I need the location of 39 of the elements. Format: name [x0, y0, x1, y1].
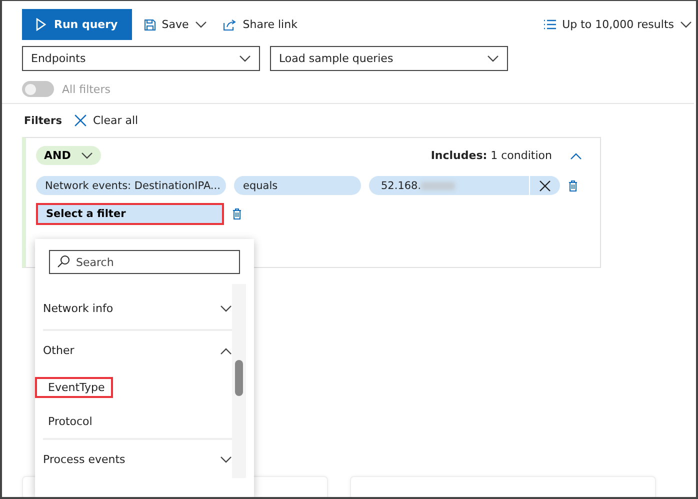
dropdown-select[interactable]: Endpoints [22, 46, 260, 71]
run-query-button[interactable]: Run query [22, 9, 132, 40]
caret-icon [680, 20, 692, 28]
close-icon [74, 114, 87, 127]
play-icon [36, 18, 46, 31]
share-icon [222, 18, 237, 30]
save-icon [144, 18, 156, 30]
share-link-button[interactable]: Share link [218, 18, 302, 31]
clear-value-button[interactable] [530, 176, 560, 195]
field-pill[interactable]: Network events: DestinationIPA... [36, 176, 226, 195]
chevron-down-icon [220, 304, 232, 312]
caret-icon [194, 20, 207, 28]
close-icon [539, 180, 551, 192]
menu-item[interactable]: Protocol [35, 410, 100, 432]
results-limit-button[interactable]: Up to 10,000 results [539, 18, 696, 31]
toggle-label: All filters [62, 82, 110, 96]
menu-group[interactable]: Network info [43, 288, 232, 329]
operator-pill[interactable]: equals [234, 176, 361, 195]
scrollbar[interactable] [232, 284, 246, 478]
includes-text: Includes: 1 condition [430, 149, 552, 162]
operator-dropdown[interactable]: AND [36, 146, 101, 165]
chevron-up-icon [570, 152, 582, 160]
value-field[interactable]: 52.168. [369, 176, 529, 195]
save-button[interactable]: Save [140, 18, 211, 31]
dropdown-select[interactable]: Load sample queries [270, 46, 508, 71]
filters-heading: Filters [24, 114, 62, 126]
caret-icon [487, 54, 499, 62]
list-icon [543, 19, 556, 30]
chevron-up-icon [220, 346, 232, 354]
delete-icon[interactable] [568, 180, 578, 192]
menu-item[interactable]: EventType [35, 376, 113, 398]
chevron-down-icon [220, 456, 232, 464]
clear-all-button[interactable]: Clear all [70, 114, 142, 127]
caret-icon [80, 152, 93, 160]
search-field[interactable]: Search [49, 250, 240, 274]
delete-icon[interactable] [232, 208, 242, 220]
select-filter-dropdown[interactable]: Select a filter [36, 203, 224, 225]
search-icon [57, 255, 70, 268]
caret-icon [239, 54, 251, 62]
